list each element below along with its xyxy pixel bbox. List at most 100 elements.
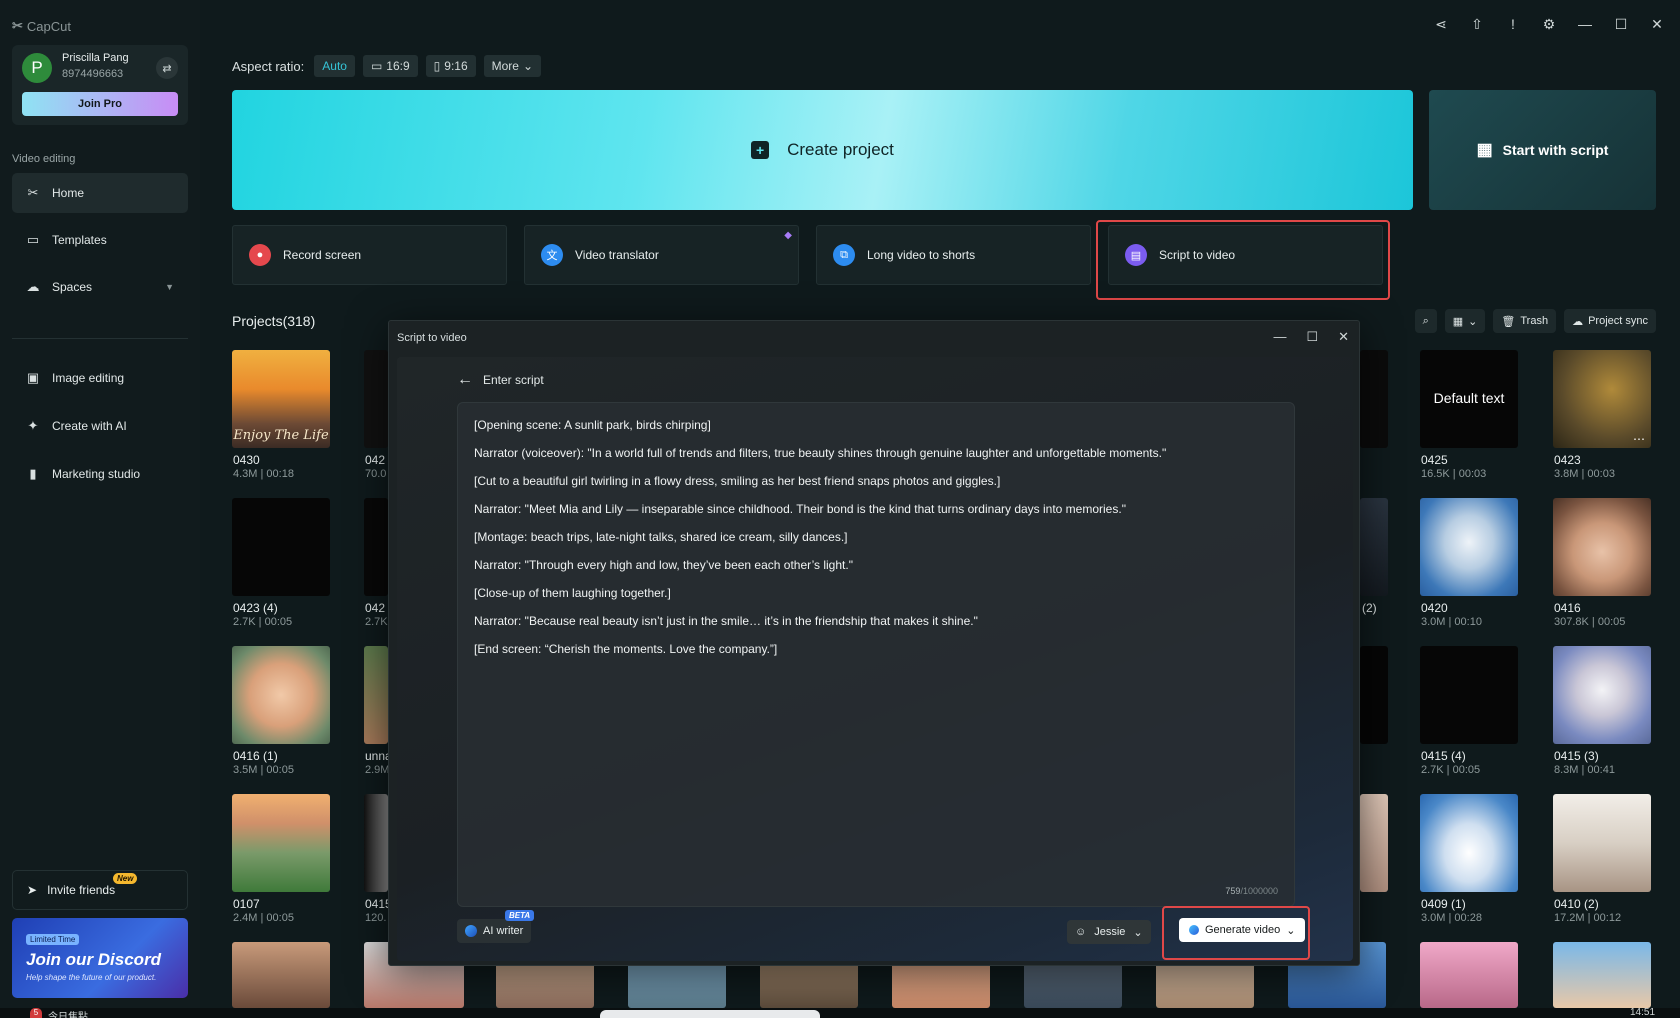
project-thumbnail[interactable]: Default text — [1420, 350, 1518, 448]
app-logo: ✂ CapCut — [12, 18, 71, 34]
project-meta: 3.0M | 00:10 — [1421, 616, 1482, 628]
script-line: Narrator: "Because real beauty isn’t jus… — [474, 614, 978, 628]
invite-friends-button[interactable]: ➤ Invite friends New — [12, 870, 188, 910]
chevron-down-icon[interactable]: ▼ — [165, 282, 174, 292]
project-thumbnail[interactable] — [1420, 646, 1518, 744]
dialog-body: ← Enter script [Opening scene: A sunlit … — [397, 357, 1353, 961]
project-name: 0416 — [1554, 601, 1581, 615]
projects-title: Projects(318) — [232, 313, 316, 329]
ai-writer-button[interactable]: AI writer BETA — [457, 910, 535, 943]
record-icon: ● — [249, 244, 271, 266]
project-thumbnail[interactable] — [364, 794, 388, 892]
long-video-to-shorts-card[interactable]: ⧉ Long video to shorts — [816, 225, 1091, 285]
aspect-9-16-button[interactable]: ▯ 9:16 — [425, 55, 476, 77]
limited-time-badge: Limited Time — [26, 934, 80, 945]
project-thumbnail[interactable] — [1360, 498, 1388, 596]
project-thumbnail[interactable] — [364, 646, 388, 744]
project-sync-label: Project sync — [1588, 315, 1648, 327]
view-toggle-button[interactable]: ▦ ⌄ — [1444, 309, 1486, 333]
avatar[interactable]: P — [22, 53, 52, 83]
project-meta: 17.2M | 00:12 — [1554, 912, 1622, 924]
minimize-icon[interactable]: — — [1273, 329, 1286, 345]
aspect-more-button[interactable]: More ⌄ — [483, 55, 542, 77]
script-line: Narrator (voiceover): "In a world full o… — [474, 446, 1167, 460]
project-thumbnail[interactable] — [232, 498, 330, 596]
project-thumbnail[interactable] — [1553, 942, 1651, 1008]
project-name: 0420 — [1421, 601, 1448, 615]
project-thumbnail[interactable] — [1420, 498, 1518, 596]
search-icon[interactable]: ⌕ — [1414, 309, 1437, 333]
voice-select[interactable]: ☺ Jessie ⌄ — [1067, 920, 1151, 944]
project-meta: 16.5K | 00:03 — [1421, 468, 1487, 480]
thumbnail-text: Enjoy The Life — [233, 428, 329, 443]
project-meta: 2.9M — [365, 764, 390, 776]
script-textarea[interactable]: [Opening scene: A sunlit park, birds chi… — [457, 402, 1295, 907]
aspect-16-9-button[interactable]: ▭ 16:9 — [362, 55, 418, 77]
enter-script-label: Enter script — [483, 373, 544, 387]
aspect-auto-button[interactable]: Auto — [314, 55, 355, 77]
minimize-icon[interactable]: — — [1576, 16, 1594, 33]
thumbnail-text: Default text — [1433, 390, 1505, 406]
project-meta: 2.7K | 00:05 — [1421, 764, 1481, 776]
character-limit: /1000000 — [1240, 886, 1278, 896]
project-thumbnail[interactable] — [232, 942, 330, 1008]
script-line: [Close-up of them laughing together.] — [474, 586, 671, 600]
upload-icon[interactable]: ⇧ — [1468, 16, 1486, 33]
diamond-icon: ◆ — [784, 230, 792, 241]
discord-banner[interactable]: Limited Time Join our Discord Help shape… — [12, 918, 188, 998]
maximize-icon[interactable]: ☐ — [1306, 329, 1318, 345]
project-thumbnail[interactable] — [1360, 646, 1388, 744]
image-icon: ▣ — [26, 370, 40, 385]
script-line: Narrator: "Meet Mia and Lily — inseparab… — [474, 502, 1126, 516]
project-thumbnail[interactable] — [232, 794, 330, 892]
project-thumbnail[interactable] — [1553, 794, 1651, 892]
discord-title: Join our Discord — [26, 950, 162, 969]
project-thumbnail[interactable]: ⋯ — [1553, 350, 1651, 448]
sidebar-item-create-with-ai[interactable]: ✦ Create with AI — [12, 406, 188, 446]
aspect-more-label: More — [491, 59, 519, 73]
sidebar-item-templates[interactable]: ▭ Templates — [12, 220, 188, 260]
close-icon[interactable]: ✕ — [1648, 16, 1666, 33]
project-meta: 120. — [365, 912, 387, 924]
project-thumbnail[interactable] — [1553, 646, 1651, 744]
start-with-script-button[interactable]: ▦ Start with script — [1429, 90, 1656, 210]
close-icon[interactable]: ✕ — [1338, 329, 1349, 345]
sidebar-item-spaces[interactable]: ☁ Spaces ▼ — [12, 267, 188, 307]
taskbar-search[interactable] — [600, 1010, 820, 1018]
sidebar-item-home[interactable]: ✂ Home — [12, 173, 188, 213]
maximize-icon[interactable]: ☐ — [1612, 16, 1630, 33]
record-screen-card[interactable]: ● Record screen — [232, 225, 507, 285]
project-thumbnail[interactable]: Enjoy The Life — [232, 350, 330, 448]
create-project-button[interactable]: + Create project — [232, 90, 1413, 210]
project-thumbnail[interactable] — [1420, 794, 1518, 892]
shorts-icon: ⧉ — [833, 244, 855, 266]
more-options-icon[interactable]: ⋯ — [1633, 432, 1645, 446]
back-button[interactable]: ← Enter script — [457, 371, 544, 389]
project-meta: 307.8K | 00:05 — [1554, 616, 1626, 628]
sidebar-item-marketing-studio[interactable]: ▮ Marketing studio — [12, 454, 188, 494]
taskbar-news[interactable]: 今日焦點 — [48, 1008, 88, 1018]
video-translator-card[interactable]: 文 Video translator ◆ — [524, 225, 799, 285]
switch-account-icon[interactable]: ⇄ — [156, 57, 178, 79]
project-sync-button[interactable]: ☁ Project sync — [1564, 309, 1656, 333]
capcut-logo-icon: ✂ — [12, 18, 23, 33]
project-thumbnail[interactable] — [364, 350, 388, 448]
project-thumbnail[interactable] — [1360, 794, 1388, 892]
project-thumbnail[interactable] — [1553, 498, 1651, 596]
join-pro-button[interactable]: Join Pro — [22, 92, 178, 116]
trash-button[interactable]: 🗑 Trash — [1493, 309, 1557, 333]
project-thumbnail[interactable] — [1360, 350, 1388, 448]
settings-icon[interactable]: ⚙ — [1540, 16, 1558, 33]
sidebar-item-label: Spaces — [52, 280, 93, 294]
aspect-9-16-label: 9:16 — [444, 59, 468, 73]
share-icon[interactable]: ⋖ — [1432, 16, 1450, 33]
start-with-script-label: Start with script — [1502, 142, 1609, 158]
project-thumbnail[interactable] — [232, 646, 330, 744]
project-name: (2) — [1362, 601, 1377, 615]
project-thumbnail[interactable] — [1420, 942, 1518, 1008]
sidebar-item-image-editing[interactable]: ▣ Image editing — [12, 358, 188, 398]
project-thumbnail[interactable] — [364, 498, 388, 596]
project-meta: 3.8M | 00:03 — [1554, 468, 1615, 480]
feedback-icon[interactable]: ! — [1504, 16, 1522, 33]
plus-icon: + — [751, 141, 770, 159]
